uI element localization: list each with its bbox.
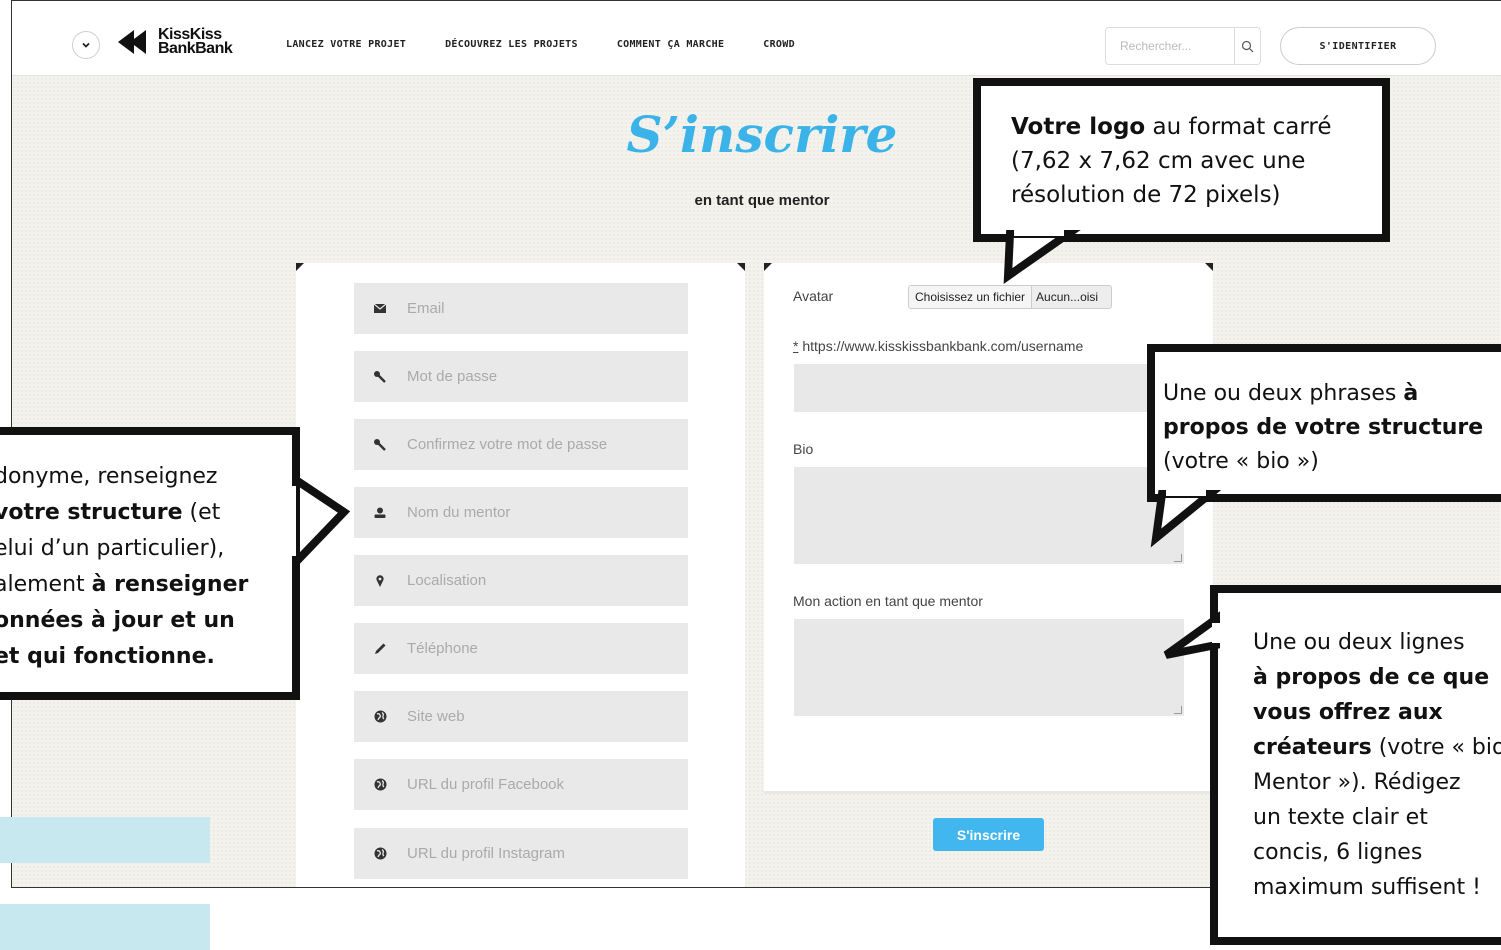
globe-icon bbox=[372, 846, 388, 862]
key-icon bbox=[372, 437, 388, 453]
avatar-label: Avatar bbox=[793, 288, 834, 304]
callout-action-bold1: à propos de ce que bbox=[1253, 665, 1490, 690]
menu-toggle-button[interactable] bbox=[72, 31, 100, 59]
decorative-bar bbox=[0, 904, 210, 950]
kisskissbankbank-logo[interactable]: KissKiss BankBank bbox=[116, 27, 233, 57]
confirm-password-field[interactable] bbox=[354, 419, 688, 470]
callout-mentor-name: donyme, renseignez votre structure (et e… bbox=[0, 427, 300, 700]
website-input[interactable] bbox=[405, 707, 688, 726]
map-pin-icon bbox=[372, 573, 388, 589]
search-box bbox=[1105, 27, 1261, 65]
logo-mark-icon bbox=[116, 30, 154, 54]
username-input[interactable] bbox=[794, 364, 1184, 412]
callout-logo-line2: (7,62 x 7,62 cm avec une bbox=[1011, 148, 1306, 174]
submit-button[interactable]: S'inscrire bbox=[933, 818, 1044, 851]
nav-link-crowd[interactable]: CROWD bbox=[763, 39, 795, 50]
callout-logo-bold: Votre logo bbox=[1011, 114, 1146, 140]
decorative-bar bbox=[0, 817, 210, 863]
callout-action-bold3: créateurs bbox=[1253, 735, 1372, 760]
corner-decoration bbox=[296, 263, 304, 271]
phone-input[interactable] bbox=[405, 639, 688, 658]
location-field[interactable] bbox=[354, 555, 688, 606]
search-icon bbox=[1241, 40, 1254, 52]
corner-decoration bbox=[764, 263, 772, 271]
username-url-label: * https://www.kisskissbankbank.com/usern… bbox=[793, 338, 1083, 354]
key-icon bbox=[372, 369, 388, 385]
callout-action-line7: concis, 6 lignes bbox=[1253, 840, 1423, 865]
user-icon bbox=[372, 505, 388, 521]
callout-action-line5: Mentor »). Rédigez bbox=[1253, 770, 1461, 795]
callout-name-line3: elui d’un particulier), bbox=[0, 536, 225, 561]
email-field[interactable] bbox=[354, 283, 688, 334]
search-input[interactable] bbox=[1106, 28, 1234, 64]
location-input[interactable] bbox=[405, 571, 688, 590]
mentor-action-textarea[interactable] bbox=[794, 619, 1184, 716]
required-mark: * bbox=[793, 338, 799, 354]
corner-decoration bbox=[737, 263, 745, 271]
mentor-name-input[interactable] bbox=[405, 503, 688, 522]
callout-tail bbox=[1163, 611, 1222, 659]
callout-action-line6: un texte clair et bbox=[1253, 805, 1428, 830]
facebook-url-input[interactable] bbox=[405, 775, 688, 794]
callout-action-line8: maximum suffisent ! bbox=[1253, 875, 1481, 900]
website-field[interactable] bbox=[354, 691, 688, 742]
callout-name-text2: (et bbox=[182, 500, 221, 525]
mentor-name-field[interactable] bbox=[354, 487, 688, 538]
callout-bio-bold2: propos de votre structure bbox=[1163, 415, 1484, 440]
callout-name-bold5: onnées à jour et un bbox=[0, 608, 235, 633]
callout-name-bold4: à renseigner bbox=[91, 572, 249, 597]
envelope-icon bbox=[372, 301, 388, 317]
callout-action-line1: Une ou deux lignes bbox=[1253, 630, 1465, 655]
phone-field[interactable] bbox=[354, 623, 688, 674]
callout-name-text4: alement bbox=[0, 572, 92, 597]
callout-logo: Votre logo au format carré (7,62 x 7,62 … bbox=[973, 78, 1390, 242]
callout-bio-line3: (votre « bio ») bbox=[1163, 449, 1319, 474]
logo-text-line2: BankBank bbox=[158, 40, 233, 57]
username-url-text: https://www.kisskissbankbank.com/usernam… bbox=[802, 338, 1084, 354]
nav-link-comment[interactable]: COMMENT ÇA MARCHE bbox=[617, 39, 724, 50]
password-field[interactable] bbox=[354, 351, 688, 402]
site-header: KissKiss BankBank LANCEZ VOTRE PROJET DÉ… bbox=[12, 1, 1501, 76]
callout-bio-bold1: à bbox=[1403, 381, 1419, 406]
main-nav: LANCEZ VOTRE PROJET DÉCOUVREZ LES PROJET… bbox=[286, 39, 795, 50]
callout-name-bold2: votre structure bbox=[0, 500, 183, 525]
callout-action-bold2: vous offrez aux bbox=[1253, 700, 1443, 725]
facebook-url-field[interactable] bbox=[354, 759, 688, 810]
callout-action: Une ou deux lignes à propos de ce que vo… bbox=[1210, 585, 1501, 945]
file-name-text: Aucun...oisi bbox=[1036, 290, 1099, 304]
resize-handle[interactable] bbox=[1174, 554, 1182, 562]
instagram-url-field[interactable] bbox=[354, 828, 688, 879]
instagram-url-input[interactable] bbox=[405, 844, 688, 863]
nav-link-decouvrez[interactable]: DÉCOUVREZ LES PROJETS bbox=[445, 39, 578, 50]
chevron-down-icon bbox=[82, 42, 90, 48]
bio-label: Bio bbox=[793, 441, 814, 457]
confirm-password-input[interactable] bbox=[405, 435, 688, 454]
resize-handle[interactable] bbox=[1174, 706, 1182, 714]
callout-tail bbox=[1003, 226, 1081, 284]
password-input[interactable] bbox=[405, 367, 688, 386]
mentor-action-label: Mon action en tant que mentor bbox=[793, 593, 983, 609]
nav-link-lancez[interactable]: LANCEZ VOTRE PROJET bbox=[286, 39, 406, 50]
bio-textarea[interactable] bbox=[794, 467, 1184, 564]
callout-name-line1: donyme, renseignez bbox=[0, 464, 218, 489]
corner-decoration bbox=[1205, 263, 1213, 271]
callout-logo-line3: résolution de 72 pixels) bbox=[1011, 182, 1281, 208]
callout-logo-text1: au format carré bbox=[1145, 114, 1332, 140]
search-button[interactable] bbox=[1234, 28, 1260, 64]
callout-name-bold6: et qui fonctionne. bbox=[0, 644, 215, 669]
callout-tail bbox=[286, 472, 351, 572]
globe-icon bbox=[372, 709, 388, 725]
pencil-icon bbox=[372, 641, 388, 657]
email-input[interactable] bbox=[405, 299, 688, 318]
login-button[interactable]: S'IDENTIFIER bbox=[1280, 27, 1436, 65]
callout-bio-text1: Une ou deux phrases bbox=[1163, 381, 1404, 406]
globe-icon bbox=[372, 777, 388, 793]
avatar-file-input[interactable]: Choisissez un fichier Aucun...oisi bbox=[908, 285, 1112, 309]
choose-file-button[interactable]: Choisissez un fichier bbox=[909, 286, 1033, 308]
callout-action-text4: (votre « bio bbox=[1371, 735, 1501, 760]
callout-bio: Une ou deux phrases à propos de votre st… bbox=[1147, 344, 1501, 502]
callout-tail bbox=[1150, 486, 1222, 548]
